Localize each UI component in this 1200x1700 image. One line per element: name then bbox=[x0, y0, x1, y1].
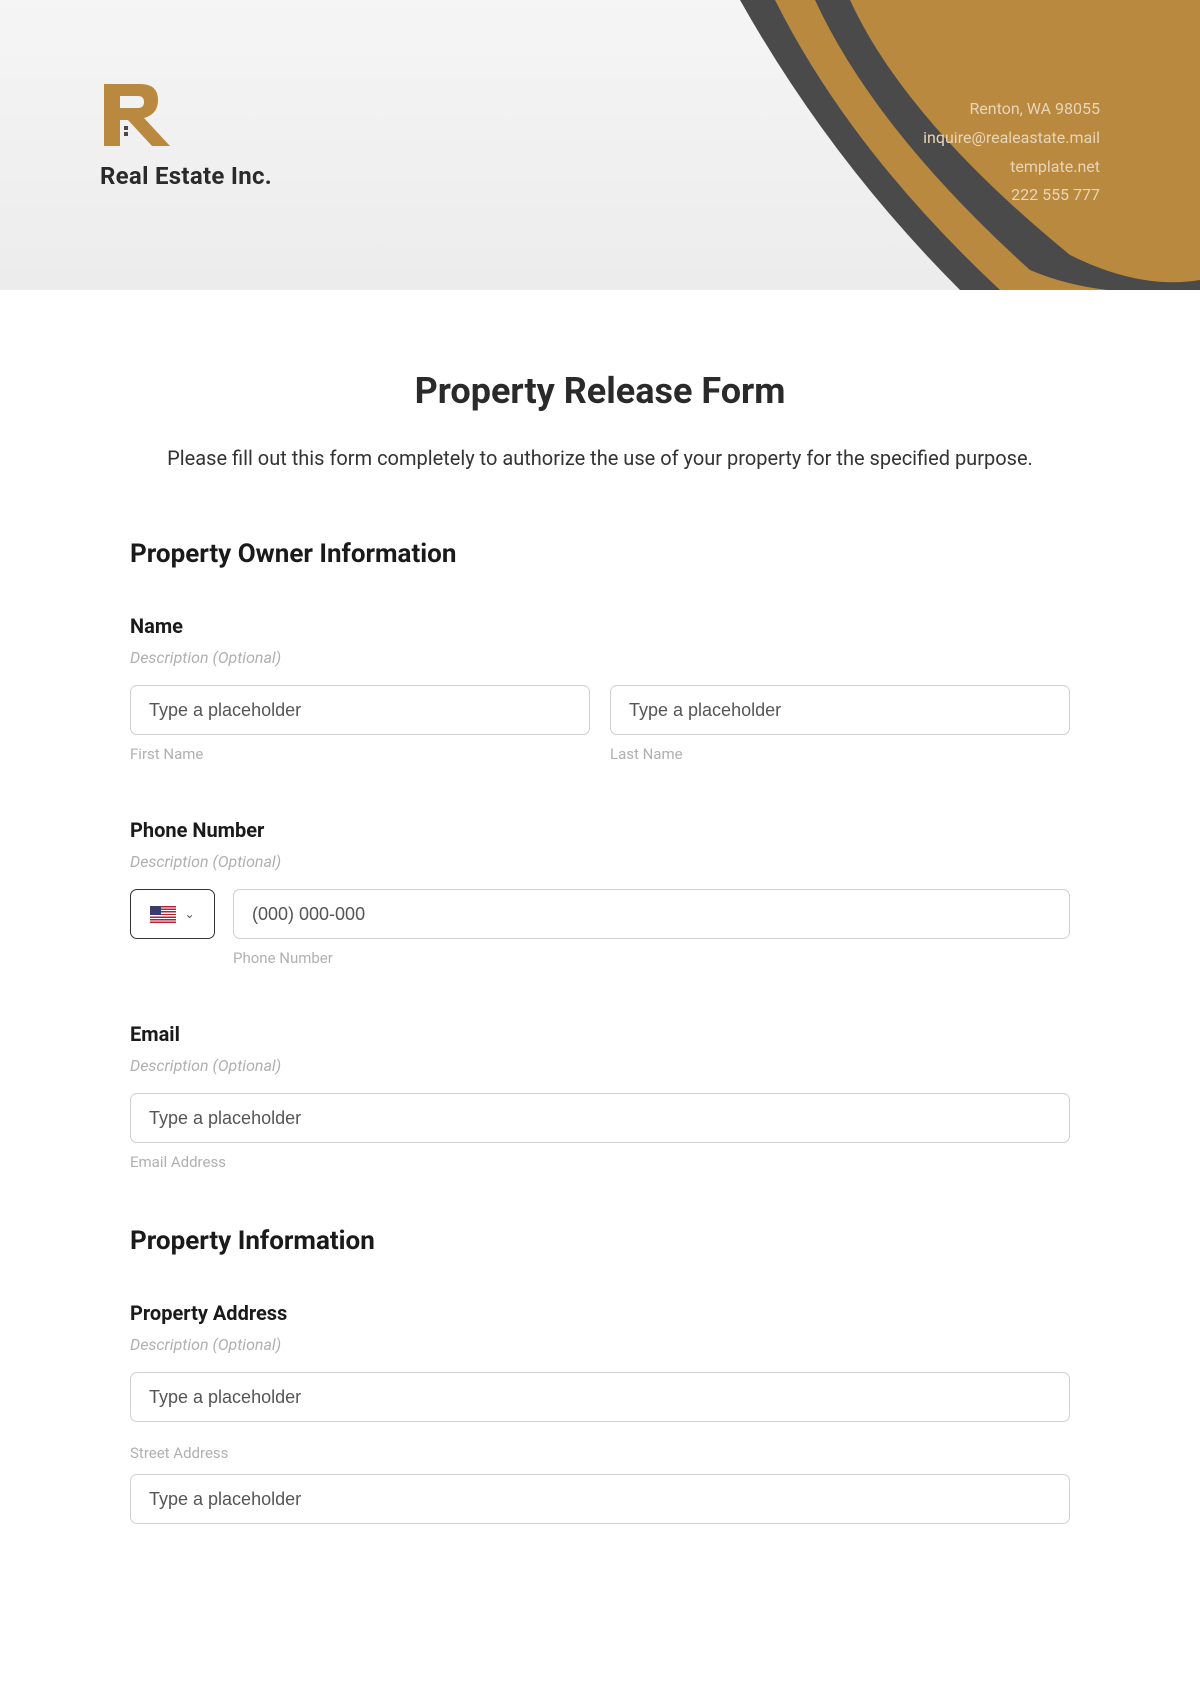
address-line2-input[interactable] bbox=[130, 1474, 1070, 1524]
last-name-input[interactable] bbox=[610, 685, 1070, 735]
form-intro: Please fill out this form completely to … bbox=[130, 442, 1070, 474]
form-body: Property Release Form Please fill out th… bbox=[0, 290, 1200, 1619]
us-flag-icon bbox=[150, 906, 176, 923]
name-desc: Description (Optional) bbox=[130, 648, 1070, 667]
contact-email: inquire@realeastate.mail bbox=[923, 124, 1100, 153]
street-address-sublabel: Street Address bbox=[130, 1444, 1070, 1462]
phone-sublabel: Phone Number bbox=[233, 949, 1070, 967]
contact-address: Renton, WA 98055 bbox=[923, 95, 1100, 124]
header-decoration bbox=[600, 0, 1200, 290]
email-sublabel: Email Address bbox=[130, 1153, 1070, 1171]
logo-block: Real Estate Inc. bbox=[100, 80, 272, 190]
email-input[interactable] bbox=[130, 1093, 1070, 1143]
page-header: Real Estate Inc. Renton, WA 98055 inquir… bbox=[0, 0, 1200, 290]
company-name: Real Estate Inc. bbox=[100, 162, 272, 190]
chevron-down-icon: ⌄ bbox=[184, 907, 194, 921]
email-label: Email bbox=[130, 1022, 1070, 1046]
phone-field-group: Phone Number Description (Optional) ⌄ Ph… bbox=[130, 818, 1070, 967]
last-name-sublabel: Last Name bbox=[610, 745, 1070, 763]
phone-desc: Description (Optional) bbox=[130, 852, 1070, 871]
contact-website: template.net bbox=[923, 153, 1100, 182]
first-name-input[interactable] bbox=[130, 685, 590, 735]
first-name-sublabel: First Name bbox=[130, 745, 590, 763]
contact-phone: 222 555 777 bbox=[923, 181, 1100, 210]
section-owner-info-heading: Property Owner Information bbox=[130, 539, 1070, 569]
name-field-group: Name Description (Optional) First Name L… bbox=[130, 614, 1070, 763]
address-field-group: Property Address Description (Optional) … bbox=[130, 1301, 1070, 1524]
form-title: Property Release Form bbox=[130, 370, 1070, 412]
address-desc: Description (Optional) bbox=[130, 1335, 1070, 1354]
email-desc: Description (Optional) bbox=[130, 1056, 1070, 1075]
name-label: Name bbox=[130, 614, 1070, 638]
section-property-info-heading: Property Information bbox=[130, 1226, 1070, 1256]
country-code-select[interactable]: ⌄ bbox=[130, 889, 215, 939]
street-address-input[interactable] bbox=[130, 1372, 1070, 1422]
phone-label: Phone Number bbox=[130, 818, 1070, 842]
phone-number-input[interactable] bbox=[233, 889, 1070, 939]
email-field-group: Email Description (Optional) Email Addre… bbox=[130, 1022, 1070, 1171]
address-label: Property Address bbox=[130, 1301, 1070, 1325]
contact-info: Renton, WA 98055 inquire@realeastate.mai… bbox=[923, 95, 1100, 210]
logo-icon bbox=[100, 80, 170, 150]
